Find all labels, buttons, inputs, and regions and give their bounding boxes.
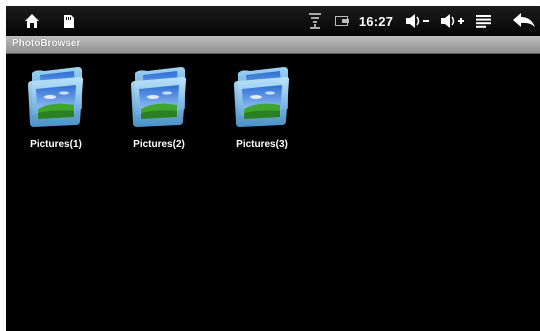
folder-label: Pictures(1) [30, 139, 82, 150]
volume-down-icon[interactable] [403, 6, 433, 36]
folder-item[interactable]: Pictures(2) [109, 63, 209, 163]
screen: 16:27 PhotoBrowser Pictures(1) Pictures(… [6, 6, 540, 331]
folder-item[interactable]: Pictures(1) [6, 63, 106, 163]
back-icon[interactable] [511, 6, 537, 36]
volume-up-icon[interactable] [438, 6, 468, 36]
title-bar: PhotoBrowser [6, 36, 540, 54]
folder-icon [228, 63, 296, 131]
folder-item[interactable]: Pictures(3) [212, 63, 312, 163]
clock: 16:27 [358, 13, 394, 29]
folder-icon [22, 63, 90, 131]
wifi-icon [305, 6, 325, 36]
status-bar: 16:27 [6, 6, 540, 36]
menu-icon[interactable] [474, 6, 492, 36]
folder-label: Pictures(3) [236, 139, 288, 150]
page-title: PhotoBrowser [12, 38, 81, 49]
sd-card-icon [60, 6, 78, 36]
folder-label: Pictures(2) [133, 139, 185, 150]
folder-icon [125, 63, 193, 131]
battery-icon [332, 6, 352, 36]
home-icon[interactable] [20, 6, 44, 36]
